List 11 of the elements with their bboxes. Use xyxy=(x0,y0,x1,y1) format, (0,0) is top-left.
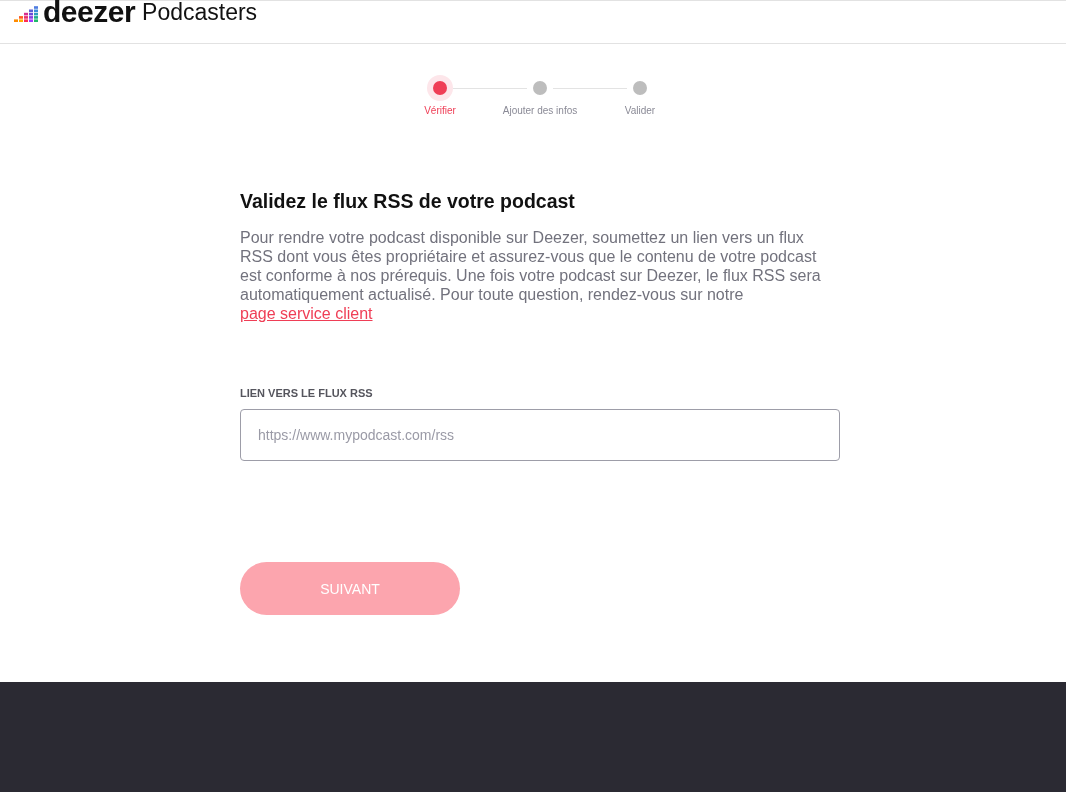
step-label: Vérifier xyxy=(424,105,456,117)
bars-logo-icon xyxy=(14,5,38,22)
header-title: Podcasters xyxy=(142,1,258,23)
field-label: LIEN VERS LE FLUX RSS xyxy=(240,386,374,400)
form-heading: Validez le flux RSS de votre podcast xyxy=(240,189,576,213)
step-label: Valider xyxy=(624,105,656,117)
logo-wordmark: deezer xyxy=(43,1,136,23)
support-page-link[interactable]: page service client xyxy=(240,305,373,322)
rss-url-input[interactable]: https://www.mypodcast.com/rss xyxy=(240,409,840,461)
step-label: Ajouter des infos xyxy=(502,105,578,117)
form-description: Pour rendre votre podcast disponible sur Deezer, soumettez un lien vers un flux RSS dont vous êtes propriétaire et assurez-vous que le contenu de votre podcast est conforme à nos prérequis. Une fois votre podcast sur Deezer, le flux RSS sera automatiquement actualisé. Pour toute question, rendez-vous sur notre page service client xyxy=(240,228,822,323)
